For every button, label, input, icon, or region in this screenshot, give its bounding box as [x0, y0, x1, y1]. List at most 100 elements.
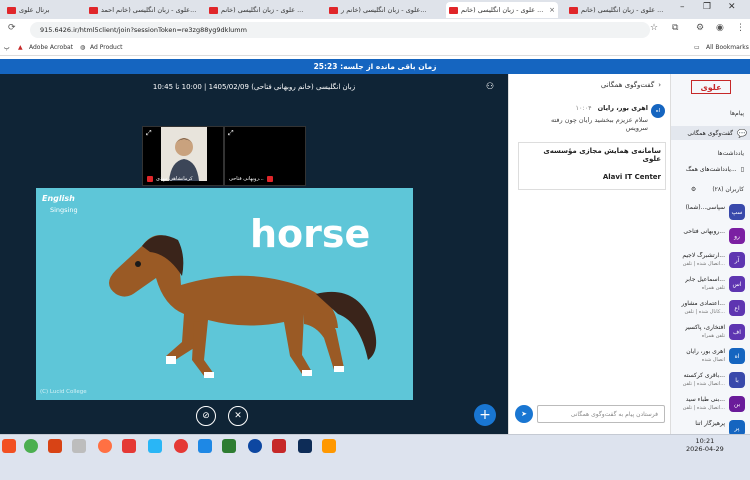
video-off-button[interactable]: ⊘ — [196, 406, 216, 426]
chat-panel: گفت‌وگوی همگانی › اه ۱۰:۰۴ اهری بور، رایا… — [508, 74, 670, 434]
browser-tab-bar: برنال علوی علوی - زبان انگلیسی (خانم احم… — [0, 0, 750, 19]
public-chat-label: گفت‌وگوی همگانی — [687, 129, 734, 137]
users-count: کاربران (۲۸) — [712, 186, 744, 193]
all-bookmarks[interactable]: All Bookmarks — [706, 44, 749, 51]
user-status: اتصال شده | تلفن... — [682, 381, 725, 387]
bookmark-ad-product[interactable]: Ad Product — [90, 44, 123, 51]
user-name: اهری بور، رایان — [686, 348, 725, 355]
maximize-icon[interactable]: ❐ — [703, 2, 711, 12]
word-icon[interactable] — [198, 439, 212, 453]
tab-label: علوی - زبان انگلیسی (خانم ... — [581, 6, 664, 14]
mic-muted-button[interactable]: ✕ — [228, 406, 248, 426]
taskbar-clock[interactable]: 10:21 2026-04-29 — [686, 437, 724, 453]
camera-label: کرمانشاهی مهدی — [147, 176, 219, 182]
tab-favicon — [89, 6, 98, 14]
tab-3[interactable]: علوی - زبان انگلیسی (خانم ر... — [326, 2, 436, 18]
close-window-icon[interactable]: ✕ — [728, 2, 736, 12]
telegram-icon[interactable] — [148, 439, 162, 453]
bookmark-adobe-acrobat[interactable]: Adobe Acrobat — [29, 44, 73, 51]
folder-icon: ▭ — [694, 44, 700, 51]
tab-4-active[interactable]: علوی - زبان انگلیسی (خانم ... × — [446, 2, 558, 18]
acrobat-icon: ▲ — [18, 44, 23, 51]
tab-5[interactable]: علوی - زبان انگلیسی (خانم ... — [566, 2, 666, 18]
messages-heading: پیام‌ها — [729, 110, 744, 117]
reload-icon[interactable]: ⟳ — [8, 23, 16, 33]
profile-icon[interactable]: ◉ — [716, 23, 724, 33]
vlc-icon[interactable] — [322, 439, 336, 453]
public-chat-item[interactable]: گفت‌وگوی همگانی 💬 — [671, 126, 750, 140]
mic-muted-icon — [147, 176, 153, 182]
app-icon[interactable] — [174, 439, 188, 453]
firefox-icon[interactable] — [98, 439, 112, 453]
user-name: بنی طباء سید... — [685, 396, 725, 403]
chat-input[interactable]: فرستادن پیام به گفت‌وگوی همگانی — [537, 405, 665, 423]
folder-icon[interactable] — [72, 439, 86, 453]
chrome-icon[interactable] — [24, 439, 38, 453]
user-name: آرتشبرگ لاجیم... — [682, 252, 725, 259]
url-text: 915.6426.ir/html5client/join?sessionToke… — [40, 26, 247, 34]
user-status: اتصال شده | تلفن... — [682, 405, 725, 411]
actions-plus-button[interactable]: + — [474, 404, 496, 426]
user-item[interactable]: آر آرتشبرگ لاجیم... اتصال شده | تلفن... — [671, 250, 750, 276]
expand-icon[interactable]: ⤢ — [146, 129, 152, 138]
tab-favicon — [569, 6, 578, 14]
tab-label: برنال علوی — [19, 6, 50, 14]
user-item[interactable]: با باقری کرکسته... اتصال شده | تلفن... — [671, 370, 750, 396]
chat-header: گفت‌وگوی همگانی › — [509, 74, 671, 96]
user-item[interactable]: سپ سپاسی...(شما) — [671, 202, 750, 228]
avatar: اه — [729, 348, 745, 364]
user-status: اتصال شده | تلفن... — [682, 261, 725, 267]
avatar: اس — [729, 276, 745, 292]
close-icon[interactable]: × — [549, 6, 555, 14]
acrobat-icon[interactable] — [272, 439, 286, 453]
powerpoint-icon[interactable] — [48, 439, 62, 453]
user-sidebar: علوی پیام‌ها گفت‌وگوی همگانی 💬 یادداشت‌ها… — [670, 74, 750, 434]
tab-0[interactable]: برنال علوی — [4, 2, 70, 18]
excel-icon[interactable] — [222, 439, 236, 453]
user-item[interactable]: اع اعتمادی مشاور... کانال شده | تلفن... — [671, 298, 750, 324]
user-item[interactable]: پر پرهیزگار آتنا — [671, 418, 750, 434]
globe-icon: ◍ — [80, 44, 86, 51]
send-button[interactable]: ➤ — [515, 405, 533, 423]
shared-notes-item[interactable]: یادداشت‌های همگ... ▯ — [686, 166, 744, 173]
session-timer-bar: زمان باقی مانده از جلسه: 25:23 — [0, 59, 750, 74]
tab-2[interactable]: علوی - زبان انگلیسی (خانم ... — [206, 2, 316, 18]
user-item[interactable]: اف افتخاری، پاکسیر تلفن همراه — [671, 322, 750, 348]
tab-1[interactable]: علوی - زبان انگلیسی (خانم احمد... — [86, 2, 196, 18]
extension-icon[interactable]: ⧉ — [672, 23, 678, 33]
tab-label: علوی - زبان انگلیسی (خانم احمد... — [101, 6, 196, 14]
star-icon[interactable]: ☆ — [650, 23, 658, 33]
avatar: سپ — [729, 204, 745, 220]
avatar: آر — [729, 252, 745, 268]
tab-favicon — [7, 6, 16, 14]
notice-title: سامانه‌ی همایش مجازی مؤسسه‌ی علوی — [543, 147, 661, 163]
url-field[interactable]: 915.6426.ir/html5client/join?sessionToke… — [30, 22, 650, 38]
camera-tile[interactable]: ⤢ روبهانی فتاحی... — [224, 126, 306, 186]
gear-icon[interactable]: ⚙ — [691, 186, 696, 193]
shared-notes-label: یادداشت‌های همگ... — [685, 166, 737, 173]
photoshop-icon[interactable] — [298, 439, 312, 453]
tab-label: علوی - زبان انگلیسی (خانم ... — [221, 6, 304, 14]
camera-name: روبهانی فتاحی... — [229, 176, 264, 182]
horse-illustration — [109, 235, 377, 378]
user-item[interactable]: بن بنی طباء سید... اتصال شده | تلفن... — [671, 394, 750, 420]
user-status: اتصال شده — [701, 357, 725, 363]
camera-tile[interactable]: ⤢ کرمانشاهی مهدی — [142, 126, 224, 186]
user-item[interactable]: رو روبهانی فتاحی... — [671, 226, 750, 252]
menu-icon[interactable]: ⋮ — [736, 23, 745, 33]
clock-date: 2026-04-29 — [686, 445, 724, 453]
windows-icon[interactable] — [2, 439, 16, 453]
user-item[interactable]: اه اهری بور، رایان اتصال شده — [671, 346, 750, 372]
media-icon[interactable] — [122, 439, 136, 453]
user-name: اسماعیل جابر... — [684, 276, 725, 283]
user-status: تلفن همراه — [701, 333, 725, 339]
bookmark-partial[interactable]: پ — [4, 44, 10, 51]
minimize-icon[interactable]: – — [680, 2, 685, 12]
user-icon[interactable]: ⚇ — [486, 82, 494, 92]
user-item[interactable]: اس اسماعیل جابر... تلفن همراه — [671, 274, 750, 300]
app-icon[interactable] — [248, 439, 262, 453]
chevron-right-icon[interactable]: › — [658, 81, 661, 89]
settings-icon[interactable]: ⚙ — [696, 23, 704, 33]
expand-icon[interactable]: ⤢ — [228, 129, 234, 138]
mic-muted-icon — [266, 176, 273, 182]
